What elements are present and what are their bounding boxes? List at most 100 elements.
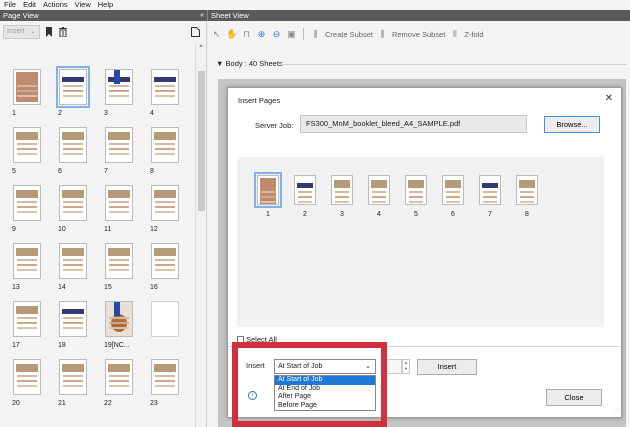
insert-dropdown[interactable]: Insert ⌄	[3, 25, 40, 39]
scrollbar-thumb[interactable]	[198, 71, 205, 211]
page-thumbnail-image	[151, 301, 179, 337]
page-thumbnail[interactable]: 7	[473, 175, 507, 218]
chevron-down-icon: ⌄	[30, 28, 36, 35]
pointer-icon[interactable]: ↖	[211, 29, 222, 40]
page-thumbnail[interactable]: 8	[510, 175, 544, 218]
option-after-page[interactable]: After Page	[275, 393, 375, 402]
menu-help[interactable]: Help	[98, 0, 113, 10]
page-thumbnail-image	[254, 172, 282, 208]
page-thumbnail[interactable]: 3	[100, 69, 138, 117]
fold-icon[interactable]: ⊓	[241, 29, 252, 40]
page-thumbnail[interactable]: 19[NC...	[100, 301, 138, 349]
page-thumbnail[interactable]: 10	[54, 185, 92, 233]
select-all-checkbox[interactable]	[237, 336, 244, 343]
server-job-field[interactable]: FS300_MnM_booklet_bleed_A4_SAMPLE.pdf	[300, 115, 527, 133]
page-thumbnail[interactable]: 20	[8, 359, 46, 407]
page-thumbnail[interactable]: 2	[288, 175, 322, 218]
toolbar-divider	[303, 28, 304, 40]
page-thumbnail-label: 2	[58, 110, 62, 117]
menu-view[interactable]: View	[75, 0, 91, 10]
page-thumbnail-image	[13, 243, 41, 279]
body-section-label: Body : 40 Sheets	[225, 59, 283, 68]
insert-button[interactable]: Insert	[417, 359, 477, 375]
page-icon[interactable]: ▣	[286, 29, 297, 40]
option-at-end-of-job[interactable]: At End of Job	[275, 385, 375, 394]
collapse-panel-icon[interactable]: «	[200, 10, 204, 21]
page-thumbnail[interactable]: 7	[100, 127, 138, 175]
page-thumbnail-label: 4	[150, 110, 154, 117]
page-thumbnail-image	[59, 359, 87, 395]
page-thumbnail[interactable]: 6	[54, 127, 92, 175]
page-thumbnail[interactable]: 4	[362, 175, 396, 218]
page-thumbnail-image	[479, 175, 501, 205]
page-thumbnail-label: 3	[340, 211, 344, 218]
page-thumbnail[interactable]: 23	[146, 359, 184, 407]
sheet-view-toolbar: ↖ ✋ ⊓ ⊕ ⊖ ▣ ⫼ Create Subset ⫼ Remove Sub…	[208, 21, 630, 47]
z-fold-icon[interactable]: ⫴	[449, 29, 460, 40]
page-thumbnail[interactable]: 22	[100, 359, 138, 407]
option-before-page[interactable]: Before Page	[275, 402, 375, 411]
page-thumbnail-label: 5	[414, 211, 418, 218]
page-thumbnail[interactable]: 3	[325, 175, 359, 218]
dialog-title: Insert Pages	[238, 96, 281, 105]
page-thumbnail[interactable]: 14	[54, 243, 92, 291]
page-thumbnail-image	[13, 301, 41, 337]
page-thumbnail[interactable]: 9	[8, 185, 46, 233]
menu-file[interactable]: File	[4, 0, 16, 10]
zoom-out-icon[interactable]: ⊖	[271, 29, 282, 40]
page-thumbnail[interactable]: 1	[251, 172, 285, 218]
option-at-start-of-job[interactable]: At Start of Job	[275, 376, 375, 385]
create-subset-icon[interactable]: ⫼	[310, 29, 321, 40]
scroll-up-icon[interactable]: ^	[196, 43, 206, 53]
z-fold-button[interactable]: Z-fold	[464, 30, 483, 39]
page-thumbnail[interactable]: 2	[54, 66, 92, 117]
page-thumbnail-label: 6	[451, 211, 455, 218]
page-thumbnail-label: 12	[150, 226, 158, 233]
select-all-option[interactable]: Select All	[237, 335, 277, 344]
page-thumbnail-image	[105, 359, 133, 395]
page-thumbnail-label: 5	[12, 168, 16, 175]
zoom-in-icon[interactable]: ⊕	[256, 29, 267, 40]
page-thumbnail[interactable]: 21	[54, 359, 92, 407]
body-section-toggle[interactable]: ▼ Body : 40 Sheets	[216, 59, 283, 68]
trash-icon[interactable]	[59, 26, 68, 38]
bookmark-icon[interactable]	[45, 26, 54, 38]
insert-position-value: At Start of Job	[278, 363, 323, 370]
page-thumbnail[interactable]: 16	[146, 243, 184, 291]
insert-position-select[interactable]: At Start of Job ⌄	[274, 359, 376, 374]
page-thumbnail-label: 3	[104, 110, 108, 117]
page-thumbnail-image	[59, 243, 87, 279]
sheet-view-title: Sheet View	[211, 11, 249, 20]
hand-icon[interactable]: ✋	[226, 29, 237, 40]
create-subset-button[interactable]: Create Subset	[325, 30, 373, 39]
browse-button[interactable]: Browse...	[544, 116, 600, 133]
page-thumbnail-label: 14	[58, 284, 66, 291]
page-thumbnail[interactable]	[146, 301, 184, 342]
page-thumbnail[interactable]: 8	[146, 127, 184, 175]
remove-subset-icon[interactable]: ⫼	[377, 29, 388, 40]
remove-subset-button[interactable]: Remove Subset	[392, 30, 445, 39]
resize-grip-icon[interactable]: ⋰	[613, 408, 619, 415]
page-thumbnail[interactable]: 1	[8, 69, 46, 117]
close-icon[interactable]: ✕	[605, 93, 613, 104]
page-thumbnail[interactable]: 13	[8, 243, 46, 291]
page-view-scrollbar[interactable]: ^	[195, 43, 206, 427]
new-page-icon[interactable]	[191, 27, 200, 40]
page-thumbnail-image	[13, 359, 41, 395]
page-thumbnail[interactable]: 17	[8, 301, 46, 349]
page-thumbnail[interactable]: 6	[436, 175, 470, 218]
page-thumbnail[interactable]: 4	[146, 69, 184, 117]
page-number-stepper[interactable]: ▲ ▼	[402, 359, 410, 374]
menu-edit[interactable]: Edit	[23, 0, 36, 10]
menu-actions[interactable]: Actions	[43, 0, 68, 10]
page-thumbnail[interactable]: 5	[8, 127, 46, 175]
dialog-divider	[228, 346, 621, 347]
page-number-input[interactable]	[386, 359, 402, 374]
page-thumbnail[interactable]: 5	[399, 175, 433, 218]
page-thumbnail[interactable]: 15	[100, 243, 138, 291]
page-thumbnail[interactable]: 18	[54, 301, 92, 349]
page-thumbnail-image	[105, 127, 133, 163]
page-thumbnail[interactable]: 11	[100, 185, 138, 233]
page-thumbnail[interactable]: 12	[146, 185, 184, 233]
close-button[interactable]: Close	[546, 389, 602, 406]
